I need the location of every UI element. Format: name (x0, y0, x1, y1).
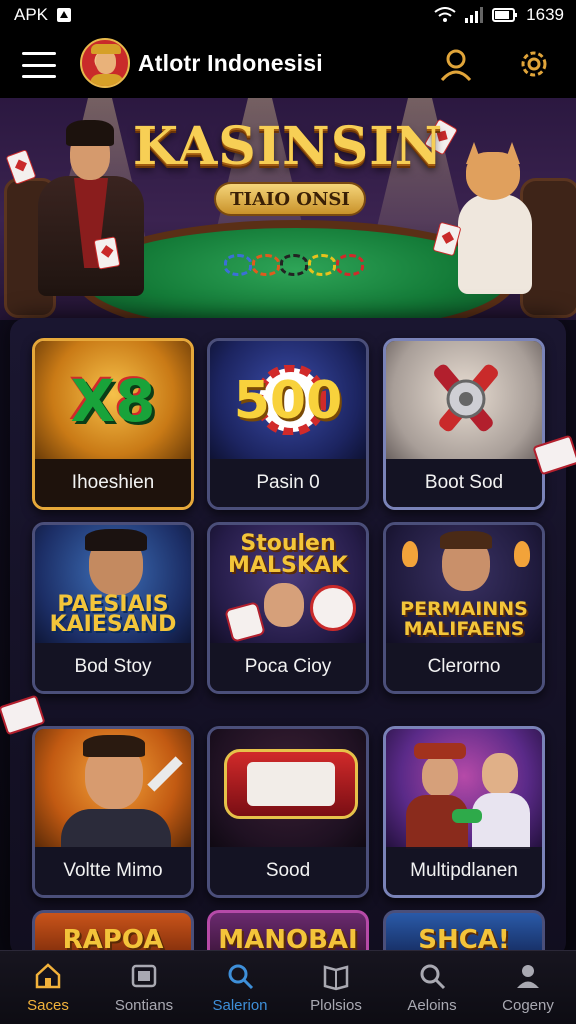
banner-subtitle: TIAIO ONSI (214, 182, 366, 216)
app-logo-avatar[interactable] (80, 38, 130, 88)
clock: 1639 (526, 5, 564, 24)
user-group-icon (517, 965, 539, 988)
nav-label: Sontians (114, 997, 174, 1014)
flame-icon (514, 541, 530, 567)
wifi-icon (434, 7, 456, 23)
game-title: Clerorno (386, 643, 542, 691)
nav-item-cogeny[interactable]: Cogeny (480, 951, 576, 1024)
nav-label: Aeloins (407, 997, 457, 1014)
chip-icon (308, 254, 336, 276)
bottom-navigation: Saces Sontians Salerion Plolsios Aeloins… (0, 950, 576, 1024)
nav-item-aeloins[interactable]: Aeloins (384, 951, 480, 1024)
game-title: Multipdlanen (386, 847, 542, 895)
game-title: Poca Cioy (210, 643, 366, 691)
chip-icon (224, 254, 252, 276)
game-art-text: X8 (70, 367, 156, 435)
settings-gear-icon[interactable] (514, 44, 554, 84)
chip-stack-icon (452, 809, 482, 823)
app-header: Atlotr Indonesisi (0, 30, 576, 98)
book-icon (323, 965, 349, 991)
game-title: Sood (210, 847, 366, 895)
game-tile[interactable]: Multipdlanen (383, 726, 545, 898)
banner-title: KASINSIN (132, 116, 444, 177)
game-art-text: PERMAINNS MALIFAENS (400, 598, 528, 640)
chip-icon (252, 254, 280, 276)
battery-icon (492, 7, 518, 23)
game-tile[interactable]: X8 Ihoeshien (32, 338, 194, 510)
game-title: Boot Sod (386, 459, 542, 507)
game-tile[interactable]: Stoulen MALSKAK Poca Cioy (207, 522, 369, 694)
game-tile[interactable]: Voltte Mimo (32, 726, 194, 898)
notification-icon (56, 7, 72, 23)
flame-icon (402, 541, 418, 567)
game-tile[interactable]: 500 Pasin 0 (207, 338, 369, 510)
game-title: Pasin 0 (210, 459, 366, 507)
promo-banner[interactable]: KASINSIN TIAIO ONSI (0, 98, 576, 320)
game-tile[interactable]: Sood (207, 726, 369, 898)
nav-label: Salerion (212, 997, 268, 1014)
hamburger-menu-icon[interactable] (22, 52, 56, 78)
search-icon (420, 964, 446, 990)
game-title: Bod Stoy (35, 643, 191, 691)
game-art-text: 500 (233, 371, 343, 431)
chip-icon (310, 585, 356, 631)
nav-label: Plolsios (310, 997, 362, 1014)
game-tile[interactable]: PAESIAIS KAIESAND Bod Stoy (32, 522, 194, 694)
user-profile-icon[interactable] (436, 44, 476, 84)
nav-label: Saces (27, 997, 69, 1014)
carrier-label: APK (14, 5, 49, 24)
game-title: Ihoeshien (35, 459, 191, 507)
game-art-text: Stoulen MALSKAK (228, 531, 348, 578)
nav-item-plolsios[interactable]: Plolsios (288, 951, 384, 1024)
game-title: Voltte Mimo (35, 847, 191, 895)
dice-icon (224, 601, 266, 643)
slot-machine-reel (224, 749, 358, 819)
chip-icon (280, 254, 308, 276)
nav-item-salerion[interactable]: Salerion (192, 951, 288, 1024)
game-tile[interactable]: Boot Sod (383, 338, 545, 510)
crossed-pistons-icon (434, 364, 498, 432)
app-screen: APK 1639 Atlotr Indonesisi KASINSIN TIAI… (0, 0, 576, 1024)
signal-icon (464, 7, 484, 23)
status-bar: APK 1639 (0, 0, 576, 30)
app-title: Atlotr Indonesisi (138, 50, 323, 76)
nav-item-home[interactable]: Saces (0, 951, 96, 1024)
search-icon (228, 964, 254, 990)
game-tile[interactable]: PERMAINNS MALIFAENS Clerorno (383, 522, 545, 694)
nav-label: Cogeny (502, 997, 554, 1014)
chip-icon (336, 254, 364, 276)
card-icon (131, 964, 157, 988)
game-art-text: PAESIAIS KAIESAND (49, 592, 177, 637)
home-icon (35, 963, 61, 989)
nav-item-sontians[interactable]: Sontians (96, 951, 192, 1024)
